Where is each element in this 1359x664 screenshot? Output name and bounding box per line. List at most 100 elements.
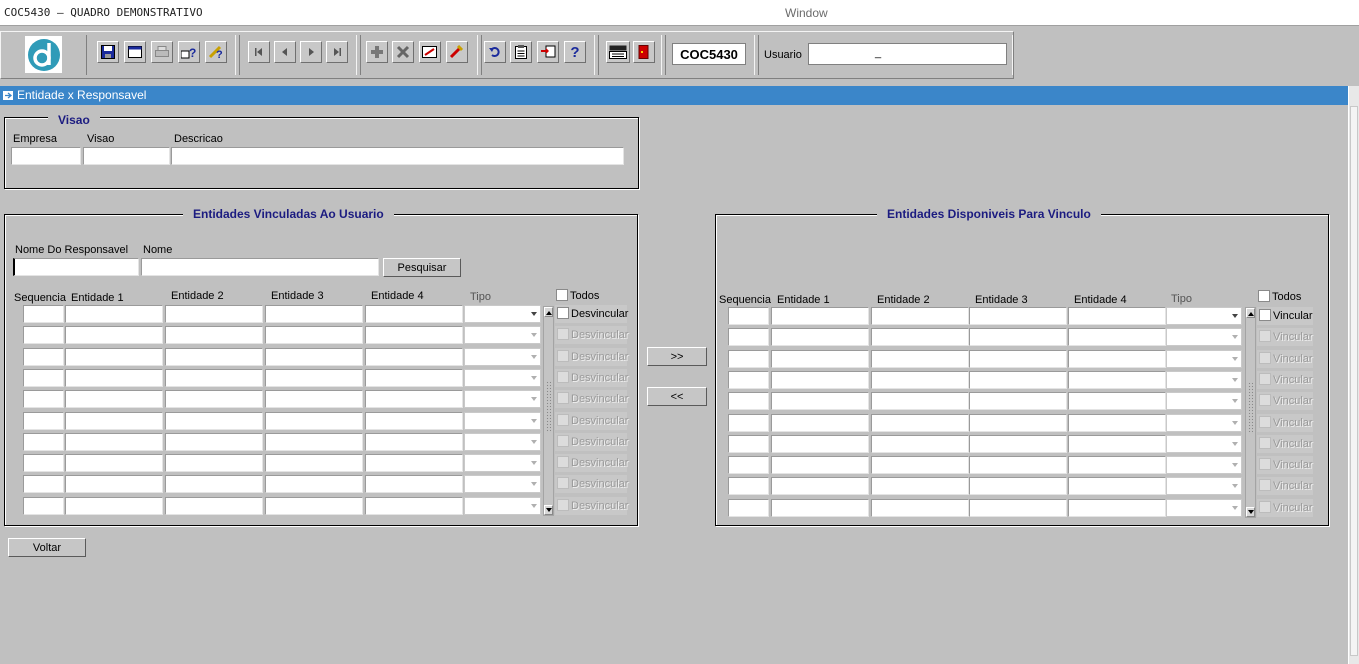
vinc-scroll-up-icon[interactable]: [544, 307, 553, 317]
disp-entidade3-field[interactable]: [969, 413, 1067, 432]
vinc-row-checkbox[interactable]: [557, 456, 569, 469]
vinc-entidade3-field[interactable]: [265, 347, 363, 366]
disp-row-checkbox[interactable]: [1259, 415, 1271, 428]
disp-entidade1-field[interactable]: [771, 307, 869, 325]
disp-sequencia-field[interactable]: [728, 370, 769, 389]
disp-entidade4-field[interactable]: [1068, 349, 1166, 368]
vinc-entidade2-field[interactable]: [165, 390, 263, 409]
save-icon[interactable]: [97, 41, 119, 63]
disp-entidade2-field[interactable]: [871, 349, 969, 368]
disp-tipo-field[interactable]: [1166, 307, 1242, 325]
page-scrollbar-thumb[interactable]: [1350, 106, 1358, 656]
disp-row-checkbox[interactable]: [1259, 458, 1271, 471]
disp-sequencia-field[interactable]: [728, 349, 769, 368]
vinc-entidade4-field[interactable]: [365, 454, 463, 473]
vinc-row-checkbox[interactable]: [557, 349, 569, 362]
disp-tipo-field[interactable]: [1166, 413, 1242, 432]
vinc-entidade3-field[interactable]: [265, 411, 363, 430]
vinc-entidade3-field[interactable]: [265, 496, 363, 515]
vinc-entidade4-field[interactable]: [365, 347, 463, 366]
vinc-sequencia-field[interactable]: [23, 368, 64, 387]
vinc-entidade4-field[interactable]: [365, 496, 463, 515]
vinc-entidade2-field[interactable]: [165, 432, 263, 451]
disp-entidade4-field[interactable]: [1068, 434, 1166, 453]
disp-entidade4-field[interactable]: [1068, 307, 1166, 325]
disp-entidade2-field[interactable]: [871, 434, 969, 453]
vinc-sequencia-field[interactable]: [23, 305, 64, 323]
vinc-entidade3-field[interactable]: [265, 454, 363, 473]
nome-responsavel-field[interactable]: [13, 258, 139, 276]
vinc-entidade1-field[interactable]: [65, 411, 163, 430]
vinc-tipo-field[interactable]: [464, 496, 541, 515]
disp-entidade2-field[interactable]: [871, 413, 969, 432]
vinc-row-checkbox[interactable]: [557, 498, 569, 511]
vinc-row-checkbox[interactable]: [557, 392, 569, 405]
clear-record-icon[interactable]: [419, 41, 441, 63]
disp-row-checkbox[interactable]: [1259, 330, 1271, 343]
query-help-icon[interactable]: ?: [178, 41, 200, 63]
vinc-tipo-field[interactable]: [464, 411, 541, 430]
disp-scroll-down-icon[interactable]: [1246, 507, 1255, 517]
disp-tipo-field[interactable]: [1166, 328, 1242, 347]
vinc-entidade2-field[interactable]: [165, 454, 263, 473]
vinc-entidade3-field[interactable]: [265, 305, 363, 323]
disp-entidade1-field[interactable]: [771, 456, 869, 475]
insert-record-icon[interactable]: [366, 41, 388, 63]
disp-entidade2-field[interactable]: [871, 392, 969, 411]
desvincular-button[interactable]: <<: [647, 387, 707, 406]
disp-entidade1-field[interactable]: [771, 477, 869, 496]
vinc-entidade4-field[interactable]: [365, 411, 463, 430]
vinc-entidade2-field[interactable]: [165, 475, 263, 494]
disp-entidade1-field[interactable]: [771, 392, 869, 411]
vinc-sequencia-field[interactable]: [23, 390, 64, 409]
vinc-entidade4-field[interactable]: [365, 305, 463, 323]
vinc-entidade3-field[interactable]: [265, 326, 363, 345]
vinc-sequencia-field[interactable]: [23, 326, 64, 345]
disp-entidade4-field[interactable]: [1068, 370, 1166, 389]
disp-row-checkbox[interactable]: [1259, 500, 1271, 513]
disp-tipo-field[interactable]: [1166, 434, 1242, 453]
disp-row-checkbox[interactable]: [1259, 436, 1271, 449]
vinc-entidade2-field[interactable]: [165, 411, 263, 430]
disp-entidade2-field[interactable]: [871, 498, 969, 517]
vinc-entidade1-field[interactable]: [65, 390, 163, 409]
disp-entidade1-field[interactable]: [771, 434, 869, 453]
previous-record-icon[interactable]: [274, 41, 296, 63]
vinc-tipo-field[interactable]: [464, 305, 541, 323]
disp-scroll-thumb[interactable]: [1248, 382, 1253, 434]
disp-sequencia-field[interactable]: [728, 307, 769, 325]
disp-entidade4-field[interactable]: [1068, 498, 1166, 517]
disp-entidade1-field[interactable]: [771, 498, 869, 517]
vinc-entidade4-field[interactable]: [365, 368, 463, 387]
vinc-row-checkbox[interactable]: [557, 413, 569, 426]
disp-entidade1-field[interactable]: [771, 349, 869, 368]
vinc-entidade4-field[interactable]: [365, 326, 463, 345]
disp-sequencia-field[interactable]: [728, 413, 769, 432]
vinc-sequencia-field[interactable]: [23, 432, 64, 451]
pesquisar-button[interactable]: Pesquisar: [383, 258, 461, 277]
vinc-entidade3-field[interactable]: [265, 475, 363, 494]
empresa-field[interactable]: [11, 147, 81, 165]
vincular-button[interactable]: >>: [647, 347, 707, 366]
last-record-icon[interactable]: [326, 41, 348, 63]
disp-tipo-field[interactable]: [1166, 456, 1242, 475]
disp-tipo-field[interactable]: [1166, 498, 1242, 517]
disp-entidade4-field[interactable]: [1068, 413, 1166, 432]
vinc-sequencia-field[interactable]: [23, 454, 64, 473]
vinc-tipo-field[interactable]: [464, 347, 541, 366]
disp-row-checkbox[interactable]: [1259, 479, 1271, 492]
vinc-scroll-thumb[interactable]: [546, 381, 551, 433]
disp-entidade3-field[interactable]: [969, 392, 1067, 411]
first-record-icon[interactable]: [248, 41, 270, 63]
disp-entidade4-field[interactable]: [1068, 328, 1166, 347]
disp-entidade4-field[interactable]: [1068, 456, 1166, 475]
vinc-row-checkbox[interactable]: [557, 434, 569, 447]
disp-entidade1-field[interactable]: [771, 413, 869, 432]
vinc-entidade1-field[interactable]: [65, 475, 163, 494]
disp-tipo-field[interactable]: [1166, 349, 1242, 368]
nome-field[interactable]: [141, 258, 379, 276]
vinc-entidade2-field[interactable]: [165, 326, 263, 345]
disp-sequencia-field[interactable]: [728, 477, 769, 496]
vinc-entidade1-field[interactable]: [65, 305, 163, 323]
vinc-entidade1-field[interactable]: [65, 326, 163, 345]
